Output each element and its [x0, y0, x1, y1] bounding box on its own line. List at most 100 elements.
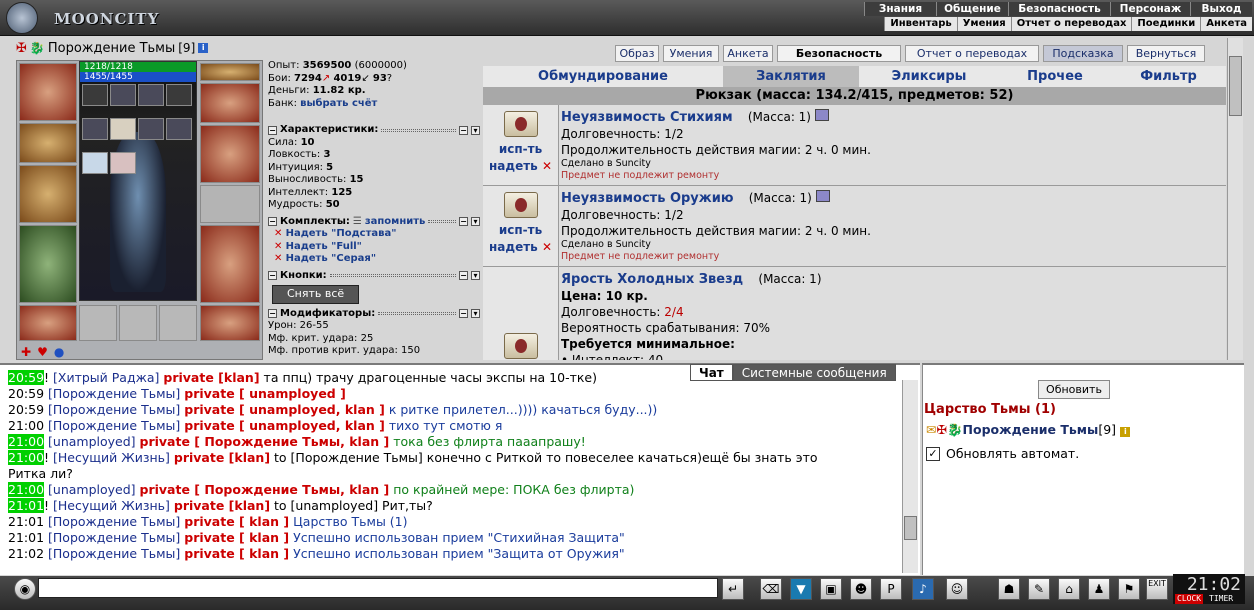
- spell-slot[interactable]: [166, 84, 192, 106]
- slot-weapon[interactable]: [19, 165, 77, 223]
- main-scrollbar[interactable]: [1227, 38, 1243, 360]
- slot-shield[interactable]: [200, 185, 260, 223]
- submenu-profile[interactable]: Анкета: [1200, 17, 1252, 31]
- item-title[interactable]: Неуязвимость Стихиям: [561, 110, 733, 125]
- category-other[interactable]: Прочее: [999, 66, 1111, 87]
- collapse-icon[interactable]: −: [459, 271, 468, 281]
- scroll-tool-icon[interactable]: ✎: [1028, 578, 1050, 600]
- tab-profile[interactable]: Анкета: [723, 45, 773, 62]
- smiley-icon[interactable]: ☺: [946, 578, 968, 600]
- scrollbar-thumb[interactable]: [904, 516, 917, 540]
- spell-slot[interactable]: [110, 152, 136, 174]
- expand-icon[interactable]: ▾: [471, 309, 480, 319]
- timer-label[interactable]: TIMER: [1209, 594, 1233, 604]
- eraser-icon[interactable]: ⌫: [760, 578, 782, 600]
- slot-rune[interactable]: [159, 305, 197, 341]
- spell-slot[interactable]: [82, 84, 108, 106]
- collapse-icon[interactable]: −: [459, 217, 468, 227]
- chat-private-tag[interactable]: private [klan]: [174, 450, 270, 465]
- heart-icon[interactable]: ♥: [37, 345, 48, 359]
- wear-set-link[interactable]: Надеть "Подстава": [286, 228, 397, 239]
- category-filter[interactable]: Фильтр: [1111, 66, 1226, 87]
- music-icon[interactable]: ♪: [912, 578, 934, 600]
- speaker-icon[interactable]: ◉: [14, 578, 36, 600]
- chat-private-tag[interactable]: private [ klan ]: [184, 546, 289, 561]
- orb-icon[interactable]: ●: [54, 345, 64, 359]
- chat-nick[interactable]: [Порождение Тьмы]: [48, 386, 180, 401]
- wear-set-link[interactable]: Надеть "Серая": [286, 253, 376, 264]
- menu-character[interactable]: Персонаж: [1110, 2, 1190, 16]
- slot-rings[interactable]: [200, 83, 260, 123]
- submenu-skills[interactable]: Умения: [956, 17, 1011, 31]
- category-spells[interactable]: Заклятия: [723, 66, 859, 87]
- chat-private-tag[interactable]: private [ unamployed, klan ]: [184, 418, 385, 433]
- chat-scrollbar[interactable]: [902, 380, 918, 573]
- send-icon[interactable]: ↵: [722, 578, 744, 600]
- chat-private-tag[interactable]: private [klan]: [163, 370, 259, 385]
- chat-private-tag[interactable]: private [ klan ]: [184, 530, 289, 545]
- delete-icon[interactable]: ✕: [542, 240, 552, 254]
- map-icon[interactable]: ⌂: [1058, 578, 1080, 600]
- item-title[interactable]: Ярость Холодных Звезд: [561, 272, 743, 287]
- tab-security[interactable]: Безопасность: [777, 45, 901, 62]
- slot-bracers[interactable]: [19, 123, 77, 163]
- slot-armor[interactable]: [19, 225, 77, 303]
- collapse-icon[interactable]: −: [268, 125, 277, 135]
- chat-nick[interactable]: [Порождение Тьмы]: [48, 402, 180, 417]
- spell-slot[interactable]: [138, 84, 164, 106]
- slot-amulet[interactable]: [200, 63, 260, 81]
- scrollbar-thumb[interactable]: [1229, 56, 1242, 116]
- refresh-button[interactable]: Обновить: [1038, 380, 1110, 399]
- online-user[interactable]: ✉✠🐉Порождение Тьмы[9] i: [926, 422, 1131, 438]
- expand-icon[interactable]: ▾: [471, 125, 480, 135]
- auto-refresh-checkbox[interactable]: ✓: [926, 446, 940, 461]
- flag-icon[interactable]: ⚑: [1118, 578, 1140, 600]
- tab-back[interactable]: Вернуться: [1127, 45, 1205, 62]
- info-icon[interactable]: i: [1120, 427, 1131, 437]
- chat-nick[interactable]: [Порождение Тьмы]: [48, 418, 180, 433]
- medkit-icon[interactable]: ✚: [21, 345, 31, 359]
- chat-private-tag[interactable]: private [ unamployed ]: [184, 386, 346, 401]
- spell-slot[interactable]: [166, 118, 192, 140]
- tab-chat[interactable]: Чат: [690, 364, 733, 381]
- spell-slot[interactable]: [110, 118, 136, 140]
- walk-icon[interactable]: ☻: [850, 578, 872, 600]
- chat-private-tag[interactable]: private [ klan ]: [184, 514, 289, 529]
- chat-input[interactable]: [38, 578, 718, 598]
- submenu-fights[interactable]: Поединки: [1131, 17, 1201, 31]
- spell-slot[interactable]: [82, 118, 108, 140]
- wear-link[interactable]: надеть: [489, 159, 538, 173]
- chat-nick[interactable]: [Хитрый Раджа]: [53, 370, 159, 385]
- chat-private-tag[interactable]: private [ unamployed, klan ]: [184, 402, 385, 417]
- remember-set-link[interactable]: запомнить: [365, 216, 426, 229]
- wear-link[interactable]: надеть: [489, 240, 538, 254]
- slot-gloves[interactable]: [200, 125, 260, 183]
- friends-icon[interactable]: ♟: [1088, 578, 1110, 600]
- collapse-icon[interactable]: −: [459, 125, 468, 135]
- category-equipment[interactable]: Обмундирование: [483, 66, 723, 87]
- tab-skills[interactable]: Умения: [663, 45, 719, 62]
- slot-rune[interactable]: [119, 305, 157, 341]
- menu-communication[interactable]: Общение: [936, 2, 1008, 16]
- online-user-name[interactable]: Порождение Тьмы: [963, 422, 1099, 437]
- slot-helmet[interactable]: [19, 63, 77, 121]
- menu-exit[interactable]: Выход: [1190, 2, 1252, 16]
- chat-nick[interactable]: [unamployed]: [48, 482, 136, 497]
- delete-set-icon[interactable]: ✕: [274, 253, 282, 264]
- wear-set-link[interactable]: Надеть "Full": [286, 241, 362, 252]
- expand-icon[interactable]: ▾: [471, 271, 480, 281]
- exit-icon[interactable]: EXIT: [1146, 578, 1168, 600]
- private-icon[interactable]: P: [880, 578, 902, 600]
- clock-label[interactable]: CLOCK: [1175, 594, 1204, 604]
- submenu-transfers[interactable]: Отчет о переводах: [1010, 17, 1132, 31]
- filter-icon[interactable]: ▼: [790, 578, 812, 600]
- collapse-icon[interactable]: −: [459, 309, 468, 319]
- chat-nick[interactable]: [Порождение Тьмы]: [48, 546, 180, 561]
- tab-appearance[interactable]: Образ: [615, 45, 659, 62]
- use-link[interactable]: исп-ть: [483, 142, 558, 157]
- chat-private-tag[interactable]: private [ Порождение Тьмы, klan ]: [140, 434, 390, 449]
- slot-belt[interactable]: [19, 305, 77, 341]
- tab-transfers[interactable]: Отчет о переводах: [905, 45, 1039, 62]
- spell-slot[interactable]: [110, 84, 136, 106]
- spell-slot[interactable]: [82, 152, 108, 174]
